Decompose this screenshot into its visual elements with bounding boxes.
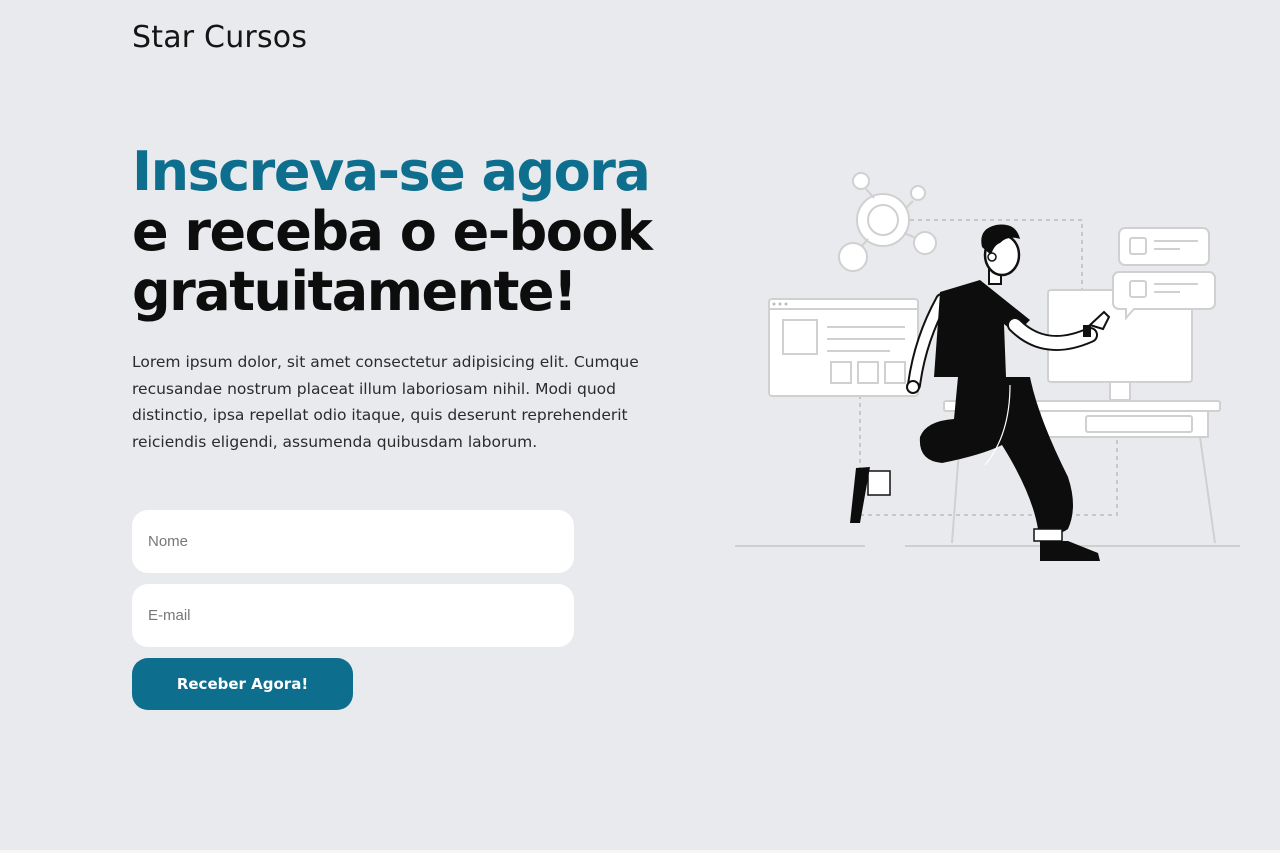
person-running-to-computer-illustration	[735, 172, 1240, 561]
name-input[interactable]	[132, 510, 574, 573]
submit-button[interactable]: Receber Agora!	[132, 658, 353, 710]
headline-line-2: e receba o e-book	[132, 200, 653, 263]
browser-window-icon	[768, 298, 919, 397]
chat-bubbles-icon	[1112, 227, 1216, 321]
email-input[interactable]	[132, 584, 574, 647]
hero-description: Lorem ipsum dolor, sit amet consectetur …	[132, 353, 639, 451]
hero-headline: Inscreva-se agora e receba o e-book grat…	[132, 142, 732, 322]
headline-accent: Inscreva-se agora	[132, 140, 651, 203]
site-logo[interactable]: Star Cursos	[132, 20, 307, 55]
headline-line-3: gratuitamente!	[132, 260, 578, 323]
network-icon	[838, 172, 937, 272]
